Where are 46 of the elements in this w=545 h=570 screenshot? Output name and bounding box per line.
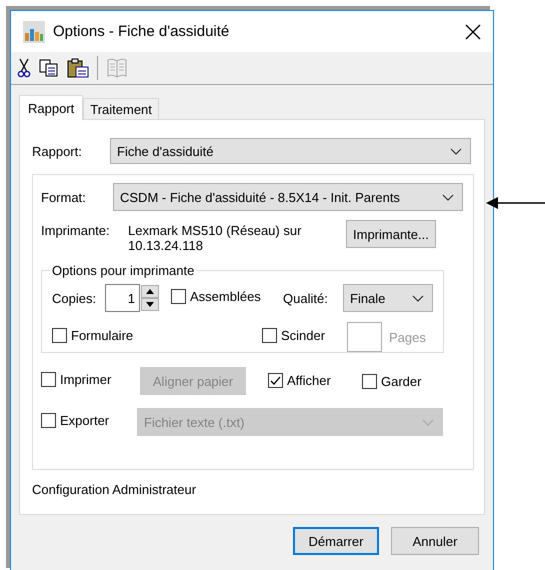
checkbox-label: Scinder <box>281 328 326 343</box>
tab[interactable]: Rapport <box>19 95 84 120</box>
checkbox[interactable] <box>171 289 186 304</box>
checkbox[interactable] <box>262 328 277 343</box>
quality-label: Qualité: <box>283 290 329 306</box>
checkbox[interactable] <box>41 413 56 428</box>
chevron-down-icon <box>450 148 462 154</box>
app-icon <box>23 20 45 42</box>
pages-label: Pages <box>389 330 426 344</box>
chevron-down-icon <box>412 294 424 302</box>
spin-down-icon[interactable] <box>141 298 159 311</box>
quality-dropdown[interactable]: Finale <box>343 284 433 312</box>
rapport-label: Rapport: <box>32 144 83 158</box>
arrow-drawing <box>486 197 545 209</box>
scissors-icon[interactable] <box>17 58 31 78</box>
configuration-text: Configuration Administrateur <box>32 482 198 497</box>
copy-icon[interactable] <box>39 59 59 77</box>
close-icon[interactable] <box>465 24 481 40</box>
checkbox-label: Garder <box>381 374 422 388</box>
dialog-button[interactable]: Démarrer <box>293 527 379 555</box>
printer-label: Imprimante: <box>41 223 111 238</box>
pages-field[interactable] <box>347 322 382 352</box>
printer-button[interactable]: Imprimante... <box>346 220 436 248</box>
checkbox[interactable] <box>52 328 67 343</box>
group-title: Options pour imprimante <box>51 263 196 278</box>
checkbox-label: Afficher <box>287 373 331 388</box>
tab[interactable]: Traitement <box>83 98 159 119</box>
checkbox-label: Imprimer <box>60 372 112 387</box>
checkbox-label: Formulaire <box>71 328 134 343</box>
format-dropdown[interactable]: CSDM - Fiche d'assiduité - 8.5X14 - Init. Parents <box>113 183 463 211</box>
window-title: Options - Fiche d'assiduité <box>53 23 230 40</box>
checkbox[interactable] <box>268 373 283 388</box>
checkbox-label: Exporter <box>60 413 110 428</box>
checkbox-label: Assemblées <box>190 289 261 304</box>
copies-field[interactable]: 1 <box>105 284 140 312</box>
chevron-down-icon <box>442 194 454 200</box>
chevron-down-icon <box>422 418 434 426</box>
rapport-dropdown[interactable]: Fiche d'assiduité <box>110 138 471 164</box>
dialog-button[interactable]: Annuler <box>391 527 479 555</box>
printer-name: Lexmark MS510 (Réseau) sur 10.13.24.118 <box>128 223 302 253</box>
spin-up-icon[interactable] <box>141 285 159 298</box>
copies-label: Copies: <box>52 290 98 306</box>
format-label: Format: <box>41 190 87 204</box>
clipboard-icon[interactable] <box>67 58 89 78</box>
checkbox[interactable] <box>362 374 377 388</box>
checkbox[interactable] <box>41 372 56 387</box>
